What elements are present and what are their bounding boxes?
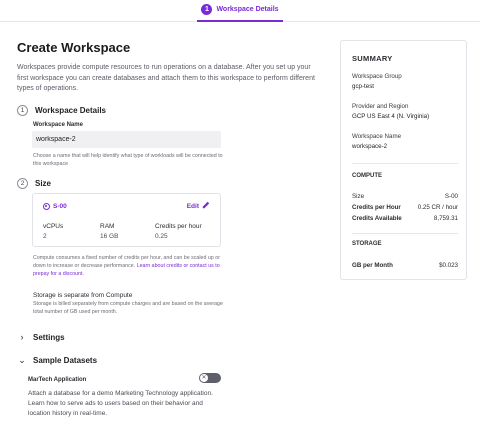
spec-credits: Credits per hour 0.25 [155,223,202,240]
summary-gb-month-row: GB per Month $0.023 [352,262,458,269]
compute-heading: COMPUTE [352,173,382,179]
summary-panel: SUMMARY Workspace Group gcp-test Provide… [340,40,467,280]
divider [352,163,458,164]
workspace-group-value: gcp-test [352,83,375,90]
section-number: 2 [17,178,28,189]
provider-value: GCP US East 4 (N. Virginia) [352,113,430,120]
size-name: S-00 [43,203,67,210]
settings-label: Settings [33,332,65,342]
summary-credits-hour-row: Credits per Hour 0.25 CR / hour [352,204,458,211]
workspace-name-help: Choose a name that will help identify wh… [33,153,223,167]
size-card: S-00 Edit vCPUs 2 RAM 16 GB Credits per … [32,193,221,247]
workspace-name-input[interactable] [32,131,221,148]
martech-toggle[interactable]: ✕ [199,373,221,383]
row-label: Credits per Hour [352,204,401,211]
sample-datasets-label: Sample Datasets [33,356,98,365]
storage-heading: STORAGE [352,241,382,247]
page-intro: Workspaces provide compute resources to … [17,64,315,92]
sample-datasets-toggle[interactable]: ⌄ Sample Datasets [17,355,97,366]
section-size: 2 Size [17,178,51,189]
spec-value: 2 [43,233,47,240]
storage-note: Storage is billed separately from comput… [33,301,223,315]
section-title: Workspace Details [35,106,106,115]
section-number: 1 [17,105,28,116]
toggle-knob: ✕ [200,374,208,382]
workspace-name-label: Workspace Name [33,122,83,128]
spec-ram: RAM 16 GB [100,223,118,240]
workspace-name-summary-label: Workspace Name [352,133,402,140]
summary-size-row: Size S-00 [352,193,458,200]
workspace-group-label: Workspace Group [352,73,402,80]
spec-vcpus: vCPUs 2 [43,223,63,240]
row-label: Size [352,193,365,200]
spec-label: RAM [100,223,115,230]
stepper-bar: 1 Workspace Details [0,0,480,22]
row-value: S-00 [444,193,458,200]
chevron-right-icon: › [20,332,24,342]
size-name-label: S-00 [53,203,67,210]
compute-note: Compute consumes a fixed number of credi… [33,254,228,278]
settings-toggle[interactable]: › Settings [17,332,65,342]
spec-value: 16 GB [100,233,119,240]
section-title: Size [35,179,52,188]
section-workspace-details: 1 Workspace Details [17,105,106,116]
martech-label: MarTech Application [28,377,87,383]
storage-title: Storage is separate from Compute [33,292,133,299]
spec-value: 0.25 [155,233,168,240]
pencil-icon [202,201,210,211]
workspace-name-summary-value: workspace-2 [352,143,388,150]
row-label: GB per Month [352,262,393,269]
edit-size-button[interactable]: Edit [187,201,210,211]
spec-label: vCPUs [43,223,64,230]
intro-block: Create Workspace Workspaces provide comp… [17,40,317,95]
step-label: Workspace Details [216,6,279,13]
row-label: Credits Available [352,215,402,222]
row-value: $0.023 [439,262,458,269]
summary-credits-available-row: Credits Available 8,759.31 [352,215,458,222]
step-workspace-details[interactable]: 1 Workspace Details [197,0,283,22]
step-number: 1 [201,4,213,15]
chevron-down-icon: ⌄ [18,355,26,365]
page-title: Create Workspace [17,40,131,55]
size-icon [43,203,50,210]
martech-description: Attach a database for a demo Marketing T… [28,390,213,417]
row-value: 0.25 CR / hour [417,204,458,211]
divider [352,233,458,234]
row-value: 8,759.31 [433,215,458,222]
edit-label: Edit [186,202,199,210]
provider-label: Provider and Region [352,103,409,110]
spec-label: Credits per hour [155,223,202,230]
summary-title: SUMMARY [352,54,393,63]
